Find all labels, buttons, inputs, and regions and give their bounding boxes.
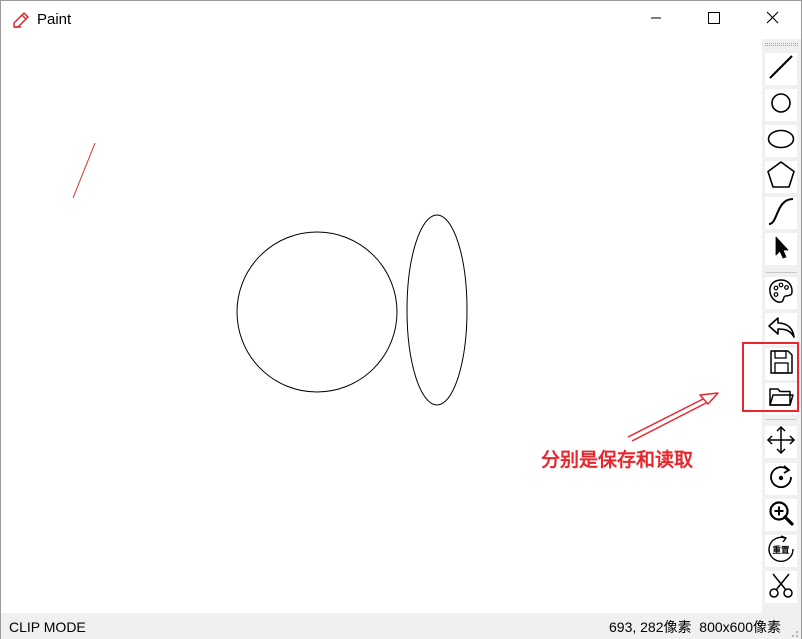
annotation-text: 分别是保存和读取 <box>541 449 694 471</box>
annotation-arrow <box>627 392 719 442</box>
